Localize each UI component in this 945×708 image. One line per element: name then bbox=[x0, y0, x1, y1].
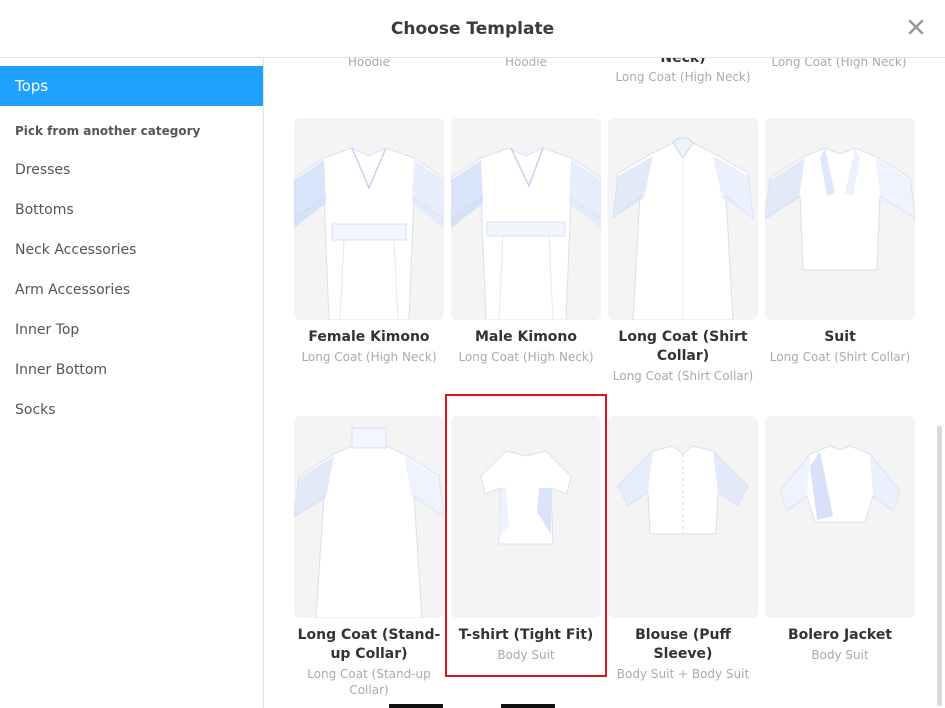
template-thumbnail bbox=[294, 118, 444, 320]
bottom-edge-fragment bbox=[501, 704, 555, 708]
template-name: Long Coat (Shirt Collar) bbox=[618, 329, 748, 364]
sidebar-item-socks[interactable]: Socks bbox=[15, 402, 56, 418]
sidebar-item-bottoms[interactable]: Bottoms bbox=[15, 202, 74, 218]
template-card-female-kimono[interactable]: Female Kimono Long Coat (High Neck) bbox=[294, 118, 444, 365]
template-base: Hoodie bbox=[504, 58, 548, 69]
template-thumbnail bbox=[451, 118, 601, 320]
category-sidebar: Tops Pick from another category Dresses … bbox=[0, 58, 264, 708]
template-grid[interactable]: Hoodie Hoodie Neck) Long Coat (High Neck… bbox=[264, 58, 945, 708]
bolero-icon bbox=[779, 445, 901, 523]
sidebar-item-arm-accessories[interactable]: Arm Accessories bbox=[15, 282, 130, 298]
sidebar-item-dresses[interactable]: Dresses bbox=[15, 162, 70, 178]
standup-coat-icon bbox=[294, 427, 444, 618]
template-thumbnail bbox=[608, 118, 758, 320]
sidebar-item-inner-top[interactable]: Inner Top bbox=[15, 322, 79, 338]
template-base: Long Coat (High Neck) bbox=[771, 58, 907, 69]
template-card-long-coat-shirt-collar[interactable]: Long Coat (Shirt Collar) Long Coat (Shir… bbox=[608, 118, 758, 384]
vertical-scrollbar[interactable] bbox=[937, 426, 942, 706]
template-base: Body Suit bbox=[811, 648, 869, 662]
template-card[interactable]: Long Coat (High Neck) bbox=[764, 58, 914, 70]
close-icon bbox=[908, 19, 924, 35]
template-name: Male Kimono bbox=[475, 329, 577, 345]
template-base: Long Coat (High Neck) bbox=[615, 70, 751, 84]
bottom-edge-fragment bbox=[389, 704, 443, 708]
template-card-bolero-jacket[interactable]: Bolero Jacket Body Suit bbox=[765, 416, 915, 663]
sidebar-subheading: Pick from another category bbox=[15, 124, 201, 138]
kimono-icon bbox=[451, 147, 601, 320]
template-base: Long Coat (High Neck) bbox=[301, 350, 437, 364]
template-card-male-kimono[interactable]: Male Kimono Long Coat (High Neck) bbox=[451, 118, 601, 365]
template-card-blouse-puff-sleeve[interactable]: Blouse (Puff Sleeve) Body Suit + Body Su… bbox=[608, 416, 758, 682]
template-name: Long Coat (Stand-up Collar) bbox=[297, 627, 441, 662]
blouse-icon bbox=[617, 445, 749, 535]
sidebar-item-inner-bottom[interactable]: Inner Bottom bbox=[15, 362, 107, 378]
dialog-title: Choose Template bbox=[390, 19, 555, 39]
template-base: Long Coat (Stand-up Collar) bbox=[307, 667, 431, 697]
template-card[interactable]: Hoodie bbox=[451, 58, 601, 70]
template-thumbnail bbox=[765, 118, 915, 320]
template-base: Long Coat (High Neck) bbox=[458, 350, 594, 364]
template-name: Suit bbox=[824, 329, 856, 345]
sidebar-item-neck-accessories[interactable]: Neck Accessories bbox=[15, 242, 136, 258]
template-base: Long Coat (Shirt Collar) bbox=[612, 369, 754, 383]
template-base: Hoodie bbox=[347, 58, 391, 69]
template-card-suit[interactable]: Suit Long Coat (Shirt Collar) bbox=[765, 118, 915, 365]
template-base: Long Coat (Shirt Collar) bbox=[769, 350, 911, 364]
sidebar-item-tops[interactable]: Tops bbox=[0, 66, 263, 106]
template-name: Bolero Jacket bbox=[787, 627, 893, 643]
template-thumbnail bbox=[608, 416, 758, 618]
template-thumbnail bbox=[765, 416, 915, 618]
close-button[interactable] bbox=[905, 14, 927, 40]
template-name: Female Kimono bbox=[308, 329, 430, 345]
template-name: Neck) bbox=[660, 58, 706, 66]
template-base: Body Suit + Body Suit bbox=[616, 667, 750, 681]
selection-highlight bbox=[445, 394, 607, 677]
template-thumbnail bbox=[294, 416, 444, 618]
long-coat-icon bbox=[612, 137, 754, 320]
kimono-icon bbox=[294, 147, 444, 320]
template-name: Blouse (Puff Sleeve) bbox=[635, 627, 731, 662]
template-card-long-coat-standup-collar[interactable]: Long Coat (Stand-up Collar) Long Coat (S… bbox=[294, 416, 444, 698]
dialog-header: Choose Template bbox=[0, 0, 945, 58]
template-card[interactable]: Hoodie bbox=[294, 58, 444, 70]
suit-jacket-icon bbox=[765, 147, 915, 271]
template-card[interactable]: Neck) Long Coat (High Neck) bbox=[608, 58, 758, 85]
